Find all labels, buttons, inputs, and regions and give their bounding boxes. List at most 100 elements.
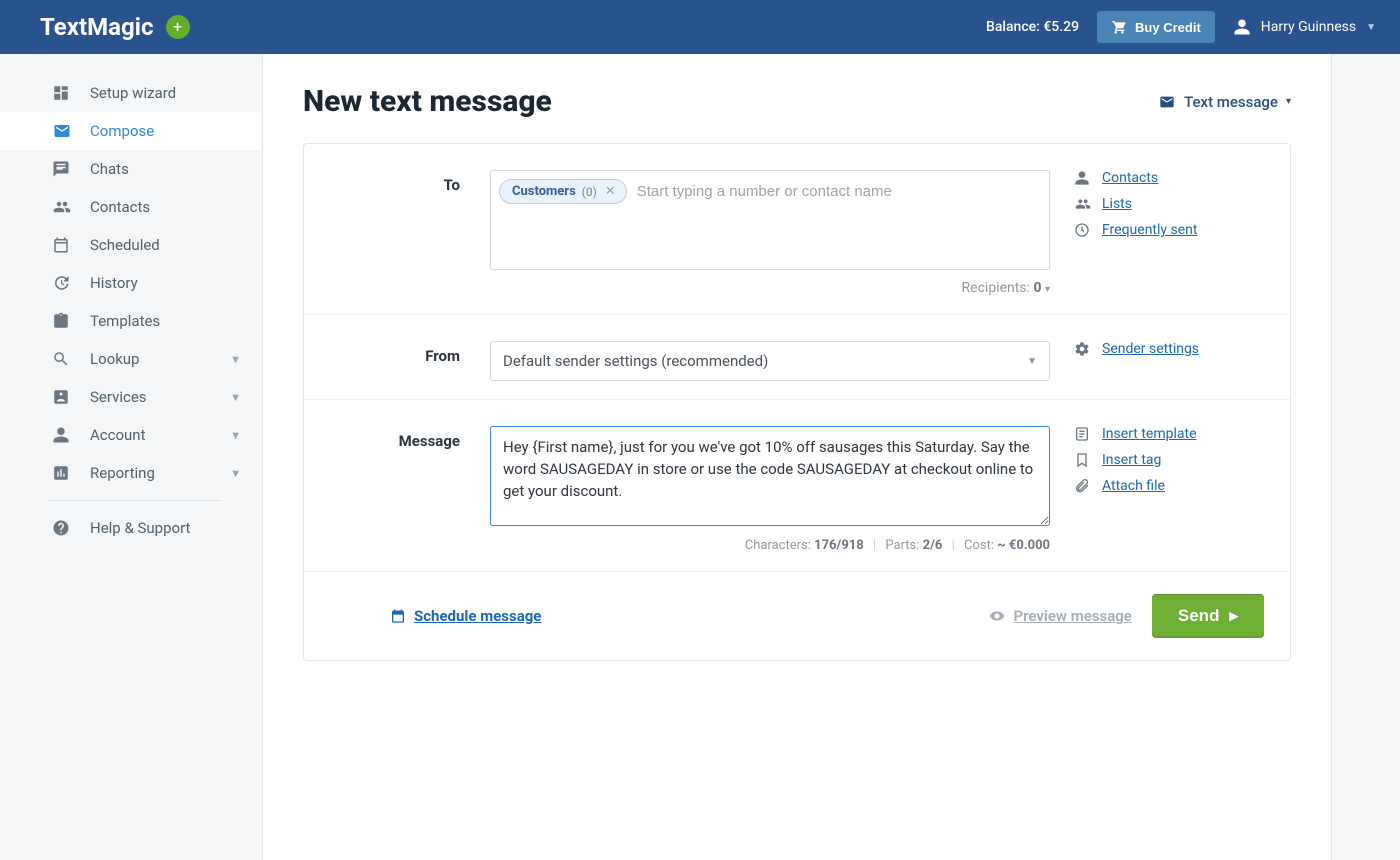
message-textarea[interactable] bbox=[490, 426, 1050, 526]
clipboard-icon bbox=[52, 312, 72, 330]
contacts-icon bbox=[52, 198, 72, 216]
recipient-chip[interactable]: Customers (0) ✕ bbox=[499, 179, 627, 204]
sidebar-item-help[interactable]: Help & Support bbox=[0, 509, 261, 547]
chip-remove-icon[interactable]: ✕ bbox=[603, 184, 618, 199]
sidebar-label: Contacts bbox=[90, 198, 150, 216]
parts-label: Parts: bbox=[885, 538, 919, 553]
sidebar-item-contacts[interactable]: Contacts bbox=[0, 188, 261, 226]
cart-icon bbox=[1111, 19, 1127, 35]
sidebar-item-setup[interactable]: Setup wizard bbox=[0, 74, 261, 112]
chip-name: Customers bbox=[512, 184, 576, 199]
link-contacts[interactable]: Contacts bbox=[1074, 170, 1264, 186]
to-input[interactable] bbox=[633, 179, 1041, 204]
to-label: To bbox=[330, 170, 490, 296]
user-icon bbox=[1233, 18, 1251, 36]
link-text: Frequently sent bbox=[1102, 222, 1197, 238]
sidebar: Setup wizard Compose Chats Contacts bbox=[0, 54, 262, 860]
sidebar-item-services[interactable]: Services ▼ bbox=[0, 378, 261, 416]
message-type-dropdown[interactable]: Text message ▾ bbox=[1158, 93, 1291, 111]
brand-logo[interactable]: TextMagic + bbox=[40, 13, 190, 41]
sidebar-label: Account bbox=[90, 426, 146, 444]
chevron-down-icon: ▼ bbox=[230, 429, 241, 442]
mail-icon bbox=[1158, 94, 1176, 110]
from-label: From bbox=[330, 341, 490, 381]
sidebar-item-chats[interactable]: Chats bbox=[0, 150, 261, 188]
send-button[interactable]: Send ▸ bbox=[1152, 594, 1264, 638]
sidebar-item-compose[interactable]: Compose bbox=[0, 112, 261, 150]
sidebar-item-templates[interactable]: Templates bbox=[0, 302, 261, 340]
sidebar-label: Help & Support bbox=[90, 519, 190, 537]
buy-credit-button[interactable]: Buy Credit bbox=[1097, 11, 1215, 43]
type-label: Text message bbox=[1184, 93, 1278, 111]
sidebar-item-scheduled[interactable]: Scheduled bbox=[0, 226, 261, 264]
schedule-label: Schedule message bbox=[414, 607, 541, 625]
divider bbox=[48, 500, 221, 501]
chars-label: Characters: bbox=[745, 538, 811, 553]
sidebar-item-reporting[interactable]: Reporting ▼ bbox=[0, 454, 261, 492]
send-label: Send bbox=[1178, 606, 1220, 626]
sidebar-label: Lookup bbox=[90, 350, 139, 368]
chip-count: (0) bbox=[582, 185, 597, 199]
sidebar-item-history[interactable]: History bbox=[0, 264, 261, 302]
chars-value: 176/918 bbox=[814, 538, 864, 553]
compose-icon bbox=[52, 122, 72, 140]
clock-icon bbox=[1074, 222, 1092, 238]
sidebar-label: Chats bbox=[90, 160, 129, 178]
user-name: Harry Guinness bbox=[1261, 19, 1356, 35]
chevron-down-icon: ▾ bbox=[1045, 284, 1050, 295]
page-title: New text message bbox=[303, 84, 552, 119]
sidebar-label: Templates bbox=[90, 312, 160, 330]
user-menu[interactable]: Harry Guinness ▼ bbox=[1233, 18, 1376, 36]
message-stats: Characters: 176/918 | Parts: 2/6 | Cost:… bbox=[490, 530, 1050, 553]
parts-value: 2/6 bbox=[923, 538, 943, 553]
schedule-message-link[interactable]: Schedule message bbox=[390, 607, 541, 625]
link-text: Insert tag bbox=[1102, 452, 1161, 468]
history-icon bbox=[52, 274, 72, 292]
from-value: Default sender settings (recommended) bbox=[503, 352, 768, 370]
message-label: Message bbox=[330, 426, 490, 553]
template-icon bbox=[1074, 426, 1092, 442]
link-frequently-sent[interactable]: Frequently sent bbox=[1074, 222, 1264, 238]
main-content: New text message Text message ▾ To Custo… bbox=[262, 54, 1332, 860]
link-lists[interactable]: Lists bbox=[1074, 196, 1264, 212]
chevron-down-icon: ▼ bbox=[230, 353, 241, 366]
link-text: Insert template bbox=[1102, 426, 1197, 442]
gear-icon bbox=[52, 388, 72, 406]
chevron-down-icon: ▼ bbox=[1027, 356, 1037, 367]
brand-text: TextMagic bbox=[40, 13, 154, 41]
sidebar-label: History bbox=[90, 274, 138, 292]
cost-label: Cost: bbox=[964, 538, 994, 553]
chevron-down-icon: ▼ bbox=[230, 467, 241, 480]
link-attach-file[interactable]: Attach file bbox=[1074, 478, 1264, 494]
from-select[interactable]: Default sender settings (recommended) ▼ bbox=[490, 341, 1050, 381]
preview-label: Preview message bbox=[1014, 607, 1132, 625]
preview-message-link[interactable]: Preview message bbox=[988, 607, 1132, 625]
calendar-icon bbox=[52, 236, 72, 254]
account-icon bbox=[52, 426, 72, 444]
add-icon[interactable]: + bbox=[166, 15, 190, 39]
gear-icon bbox=[1074, 341, 1092, 357]
sidebar-label: Reporting bbox=[90, 464, 155, 482]
bookmark-icon bbox=[1074, 452, 1092, 468]
chart-icon bbox=[52, 464, 72, 482]
chevron-right-icon: ▸ bbox=[1229, 606, 1238, 626]
link-sender-settings[interactable]: Sender settings bbox=[1074, 341, 1264, 357]
link-insert-template[interactable]: Insert template bbox=[1074, 426, 1264, 442]
recipients-count-dropdown[interactable]: Recipients: 0 ▾ bbox=[490, 270, 1050, 296]
buy-credit-label: Buy Credit bbox=[1135, 20, 1201, 35]
message-section: Message Characters: 176/918 | Parts: 2/6… bbox=[304, 400, 1290, 572]
chat-icon bbox=[52, 160, 72, 178]
sidebar-item-lookup[interactable]: Lookup ▼ bbox=[0, 340, 261, 378]
group-icon bbox=[1074, 196, 1092, 212]
dashboard-icon bbox=[52, 84, 72, 102]
topbar: TextMagic + Balance: €5.29 Buy Credit Ha… bbox=[0, 0, 1400, 54]
sidebar-item-account[interactable]: Account ▼ bbox=[0, 416, 261, 454]
help-icon bbox=[52, 519, 72, 537]
to-field[interactable]: Customers (0) ✕ bbox=[490, 170, 1050, 270]
cost-value: ~ €0.000 bbox=[997, 538, 1050, 553]
recipients-value: 0 bbox=[1033, 280, 1041, 296]
link-insert-tag[interactable]: Insert tag bbox=[1074, 452, 1264, 468]
chevron-down-icon: ▼ bbox=[1366, 22, 1376, 33]
search-icon bbox=[52, 350, 72, 368]
link-text: Lists bbox=[1102, 196, 1132, 212]
